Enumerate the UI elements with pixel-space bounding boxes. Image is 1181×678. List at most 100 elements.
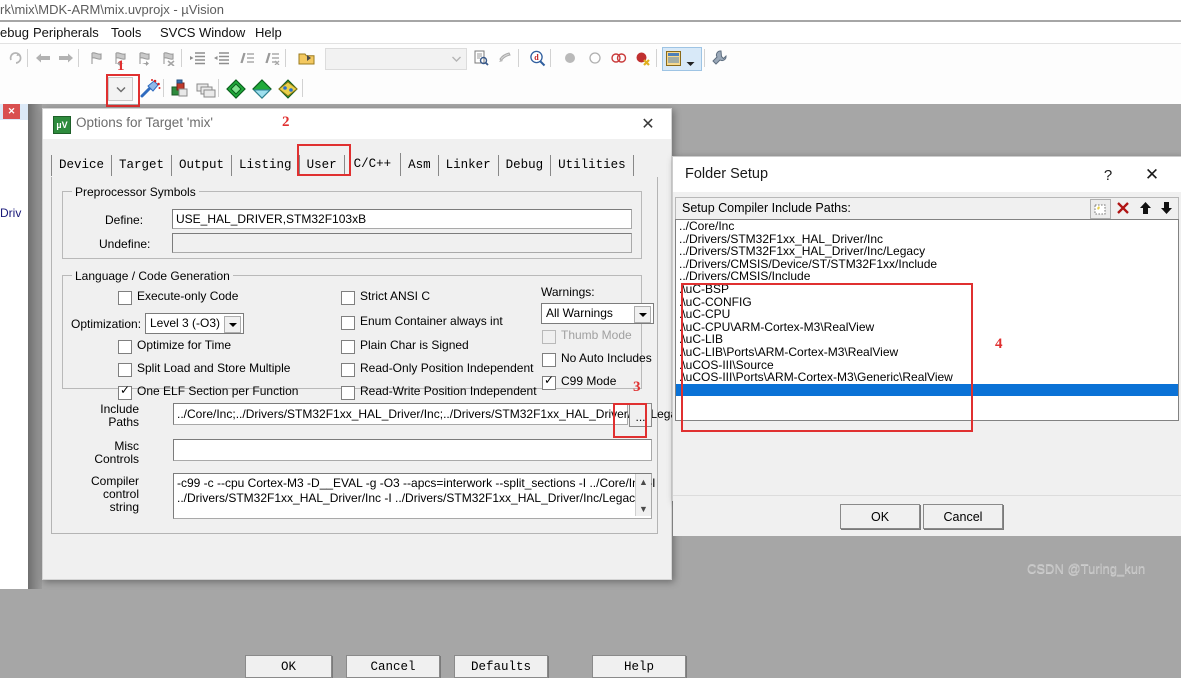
redo-icon[interactable]	[4, 47, 26, 69]
tab-debug[interactable]: Debug	[498, 155, 552, 176]
compiler-string-scrollbar[interactable]: ▲ ▼	[635, 474, 651, 516]
misc-controls-field[interactable]	[173, 439, 652, 461]
tab-device[interactable]: Device	[51, 155, 113, 176]
tab-listing[interactable]: Listing	[232, 155, 300, 176]
cancel-button[interactable]: Cancel	[346, 655, 440, 678]
move-down-icon[interactable]	[1157, 199, 1176, 217]
options-dialog-title: Options for Target 'mix'	[76, 115, 213, 130]
checkbox-plain-char-is-signed[interactable]	[341, 340, 355, 354]
checkbox-one-elf-section-per-function[interactable]: ✓	[118, 384, 132, 400]
chevron-down-icon[interactable]	[634, 306, 651, 323]
compiler-control-string-field[interactable]: -c99 -c --cpu Cortex-M3 -D__EVAL -g -O3 …	[173, 473, 655, 519]
manage-project-items-icon[interactable]	[168, 77, 192, 101]
help-icon[interactable]: ?	[1093, 164, 1123, 186]
forward-icon[interactable]	[55, 47, 77, 69]
menu-item-window[interactable]: Window	[199, 25, 245, 40]
flash-icon[interactable]	[276, 77, 300, 101]
menu-item-debug[interactable]: ebug	[0, 25, 29, 40]
new-path-icon[interactable]	[1090, 199, 1111, 219]
include-paths-field[interactable]: ../Core/Inc;../Drivers/STM32F1xx_HAL_Dri…	[173, 403, 692, 425]
breakpoint-filled-icon[interactable]	[559, 47, 581, 69]
checkbox-enum-container-always-int[interactable]	[341, 316, 355, 330]
comment-icon[interactable]	[236, 47, 258, 69]
window-manager-icon[interactable]	[662, 47, 702, 71]
warnings-combo[interactable]: All Warnings	[541, 303, 654, 324]
label-split-load-and-store-multiple: Split Load and Store Multiple	[137, 361, 291, 375]
kill-breakpoints-icon[interactable]	[632, 47, 654, 69]
undefine-field[interactable]	[172, 233, 632, 253]
tab-asm[interactable]: Asm	[401, 155, 439, 176]
folder-setup-ok-button[interactable]: OK	[840, 504, 920, 529]
checkbox-optimize-for-time[interactable]	[118, 340, 132, 354]
define-field[interactable]: USE_HAL_DRIVER,STM32F103xB	[172, 209, 632, 229]
tab-user[interactable]: User	[299, 155, 345, 176]
list-item[interactable]: ../Drivers/CMSIS/Include	[676, 270, 1178, 283]
list-item[interactable]: .\uCOS-III\Ports\ARM-Cortex-M3\Generic\R…	[676, 371, 1178, 384]
close-icon[interactable]: ✕	[633, 113, 663, 135]
outdent-icon[interactable]	[211, 47, 233, 69]
list-item[interactable]: .\uC-CONFIG	[676, 295, 1178, 309]
delete-path-icon[interactable]	[1113, 199, 1132, 217]
tab-output[interactable]: Output	[172, 155, 233, 176]
run-to-main-icon[interactable]	[224, 77, 248, 101]
checkbox-no-auto-includes[interactable]	[542, 353, 556, 367]
ok-button[interactable]: OK	[245, 655, 332, 678]
compiler-label-line2: control	[102, 487, 139, 501]
project-tree-item[interactable]: Driv	[0, 206, 21, 220]
include-paths-list[interactable]: ../Core/Inc ../Drivers/STM32F1xx_HAL_Dri…	[675, 219, 1179, 421]
find-in-files-icon[interactable]	[470, 47, 492, 69]
move-up-icon[interactable]	[1136, 199, 1155, 217]
back-icon[interactable]	[32, 47, 54, 69]
list-item[interactable]: ../Drivers/STM32F1xx_HAL_Driver/Inc/Lega…	[676, 245, 1178, 258]
bookmark-next-icon[interactable]	[133, 47, 155, 69]
help-button[interactable]: Help	[592, 655, 686, 678]
checkbox-execute-only-code[interactable]	[118, 291, 132, 305]
checkbox-split-load-and-store-multiple[interactable]	[118, 363, 132, 377]
chevron-down-icon[interactable]	[224, 316, 241, 333]
configure-icon[interactable]	[708, 47, 730, 69]
indent-icon[interactable]	[187, 47, 209, 69]
bookmark-clear-icon[interactable]	[157, 47, 179, 69]
menu-item-help[interactable]: Help	[255, 25, 282, 40]
menu-item-peripherals[interactable]: Peripherals	[33, 25, 99, 40]
list-item[interactable]: ../Core/Inc	[676, 220, 1178, 233]
folder-setup-cancel-button[interactable]: Cancel	[923, 504, 1003, 529]
insert-icon[interactable]	[494, 47, 516, 69]
menu-item-tools[interactable]: Tools	[111, 25, 141, 40]
checkbox-c99-mode[interactable]: ✓	[542, 374, 556, 390]
close-icon[interactable]: ✕	[1135, 164, 1169, 186]
tab-linker[interactable]: Linker	[438, 155, 499, 176]
optimization-combo[interactable]: Level 3 (-O3)	[145, 313, 244, 334]
project-pane-close-button[interactable]: ✕	[3, 104, 20, 119]
target-options-icon[interactable]	[138, 77, 162, 101]
list-item[interactable]: .\uC-CPU	[676, 308, 1178, 321]
list-item[interactable]: .\uC-CPU\ARM-Cortex-M3\RealView	[676, 321, 1178, 334]
scroll-up-icon[interactable]: ▲	[636, 474, 651, 489]
breakpoint-empty-icon[interactable]	[584, 47, 606, 69]
list-item[interactable]: .\uC-BSP	[676, 283, 1178, 296]
checkbox-read-only-position-independent[interactable]	[341, 363, 355, 377]
combo-dropdown-icon[interactable]	[447, 50, 465, 67]
scroll-down-icon[interactable]: ▼	[636, 501, 651, 516]
disable-breakpoints-icon[interactable]	[608, 47, 630, 69]
menu-item-svcs[interactable]: SVCS	[160, 25, 195, 40]
tab-utilities[interactable]: Utilities	[551, 155, 634, 176]
open-folder-icon[interactable]	[295, 47, 317, 69]
defaults-button[interactable]: Defaults	[454, 655, 548, 678]
tab-c-cpp[interactable]: C/C++	[344, 153, 402, 176]
include-paths-browse-button[interactable]: ...	[629, 403, 652, 427]
batch-build-icon[interactable]	[194, 77, 218, 101]
list-item-selected[interactable]	[676, 383, 1178, 397]
bookmark-toggle-icon[interactable]	[85, 47, 107, 69]
edit-toolbar: d	[0, 44, 1181, 73]
uncomment-icon[interactable]	[261, 47, 283, 69]
checkbox-strict-ansi-c[interactable]	[341, 291, 355, 305]
find-combo[interactable]	[325, 48, 467, 70]
window-manager-arrow-icon[interactable]	[686, 56, 695, 70]
list-item[interactable]: .\uC-LIB\Ports\ARM-Cortex-M3\RealView	[676, 346, 1178, 359]
tab-target[interactable]: Target	[112, 155, 173, 176]
checkbox-read-write-position-independent[interactable]	[341, 386, 355, 400]
dropdown-arrow-icon[interactable]	[108, 77, 133, 101]
download-icon[interactable]	[250, 77, 274, 101]
debug-find-icon[interactable]: d	[526, 47, 548, 69]
